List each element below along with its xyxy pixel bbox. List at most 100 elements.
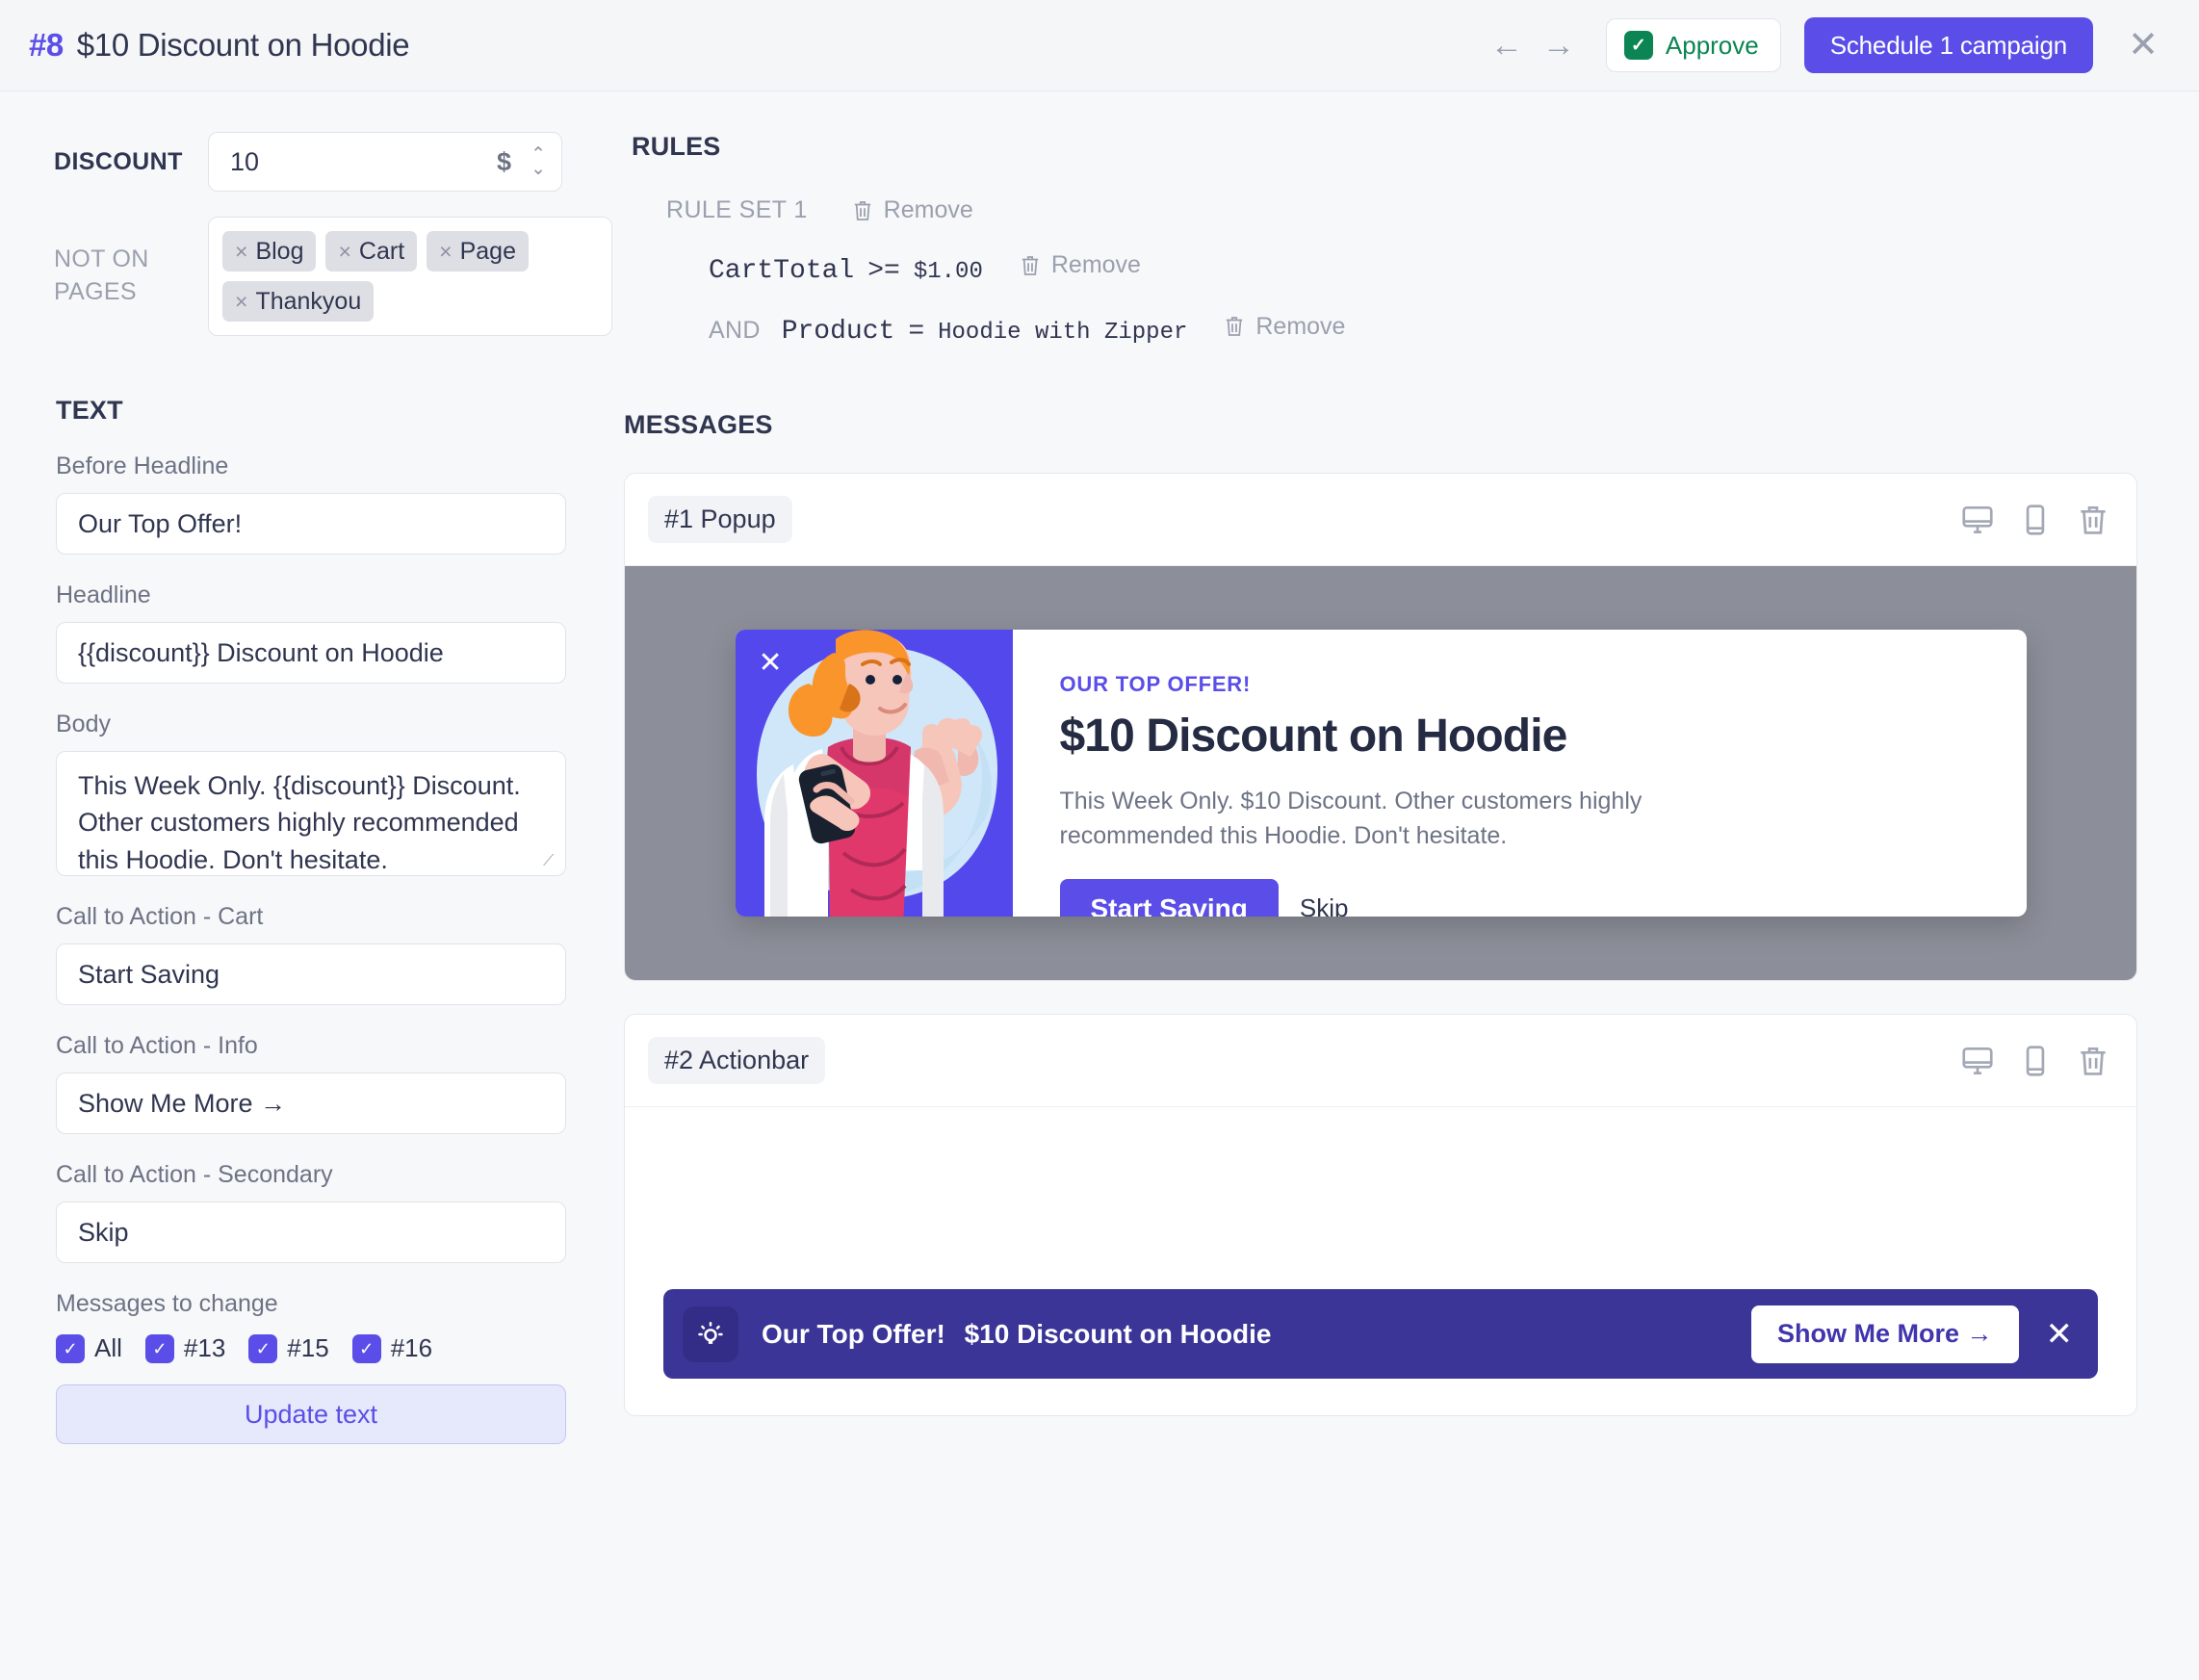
field-label: Call to Action - Secondary (56, 1161, 333, 1188)
page-tag[interactable]: × Thankyou (222, 281, 375, 322)
checkbox-icon[interactable]: ✓ (56, 1333, 85, 1363)
resize-grip-icon[interactable]: ⟋ (543, 854, 560, 871)
rule-conditions-list: CartTotal >= $1.00 Remove AND Product = Hoodie … (632, 251, 2137, 347)
messages-to-change-label: Messages to change (56, 1290, 278, 1317)
popup-body: This Week Only. $10 Discount. Other cust… (1059, 788, 1643, 850)
close-icon[interactable]: ✕ (2120, 22, 2166, 68)
page-tag[interactable]: × Page (427, 231, 529, 271)
not-on-pages-row: NOT ON PAGES × Blog × Cart × Page × Thankyou (0, 217, 624, 336)
popup-primary-cta-button[interactable]: Start Saving (1059, 878, 1279, 917)
page-tag-label: Cart (358, 237, 405, 265)
schedule-campaign-button[interactable]: Schedule 1 campaign (1803, 17, 2093, 73)
popup-close-icon[interactable]: ✕ (759, 649, 783, 678)
actionbar-close-icon[interactable]: ✕ (2046, 1318, 2074, 1351)
rule-field[interactable]: CartTotal (709, 256, 854, 286)
popup-secondary-cta-link[interactable]: Skip (1300, 893, 1349, 917)
messages-title: MESSAGES (624, 410, 773, 439)
rule-condition: CartTotal >= $1.00 Remove (632, 251, 2137, 286)
popup-preview-stage: ✕ OUR TOP OFFER! $10 Discount on Hoodie … (625, 566, 2136, 980)
text-field-group: Headline {{discount}} Discount on Hoodie (56, 582, 568, 684)
mobile-icon[interactable] (2017, 1043, 2054, 1079)
rule-condition: AND Product = Hoodie with Zipper Remove (632, 313, 2137, 348)
rule-value[interactable]: $1.00 (914, 259, 983, 285)
popup-illustration: ✕ (735, 630, 1013, 917)
remove-tag-icon[interactable]: × (235, 289, 247, 315)
field-label: Headline (56, 582, 151, 608)
rule-conjunction: AND (709, 317, 761, 344)
message-chip: #2 Actionbar (648, 1037, 826, 1084)
approve-label: Approve (1665, 30, 1759, 60)
delete-message-icon[interactable] (2075, 1043, 2111, 1079)
rule-operator[interactable]: = (908, 317, 924, 347)
page-tag[interactable]: × Blog (222, 231, 317, 271)
body-textarea[interactable]: This Week Only. {{discount}} Discount. O… (56, 751, 566, 876)
number-stepper[interactable]: ⌃ ⌄ (530, 145, 546, 178)
checkbox-icon[interactable]: ✓ (351, 1333, 381, 1363)
message-checkbox[interactable]: ✓ #13 (144, 1333, 225, 1363)
message-chip: #1 Popup (648, 496, 792, 543)
remove-condition-button[interactable]: Remove (1224, 313, 1345, 341)
rules-title: RULES (632, 132, 721, 161)
currency-symbol: $ (497, 146, 512, 176)
message-checkbox[interactable]: ✓ #15 (248, 1333, 329, 1363)
popup-pre-headline: OUR TOP OFFER! (1059, 672, 1252, 696)
text-field-group: Call to Action - Cart Start Saving (56, 903, 568, 1005)
checkbox-icon[interactable]: ✓ (248, 1333, 278, 1363)
message-card-popup: #1 Popup ✕ OUR TOP OFFER! $10 Discount o… (624, 473, 2137, 981)
remove-rule-set-label: Remove (883, 196, 973, 223)
delete-message-icon[interactable] (2075, 502, 2111, 538)
rule-value[interactable]: Hoodie with Zipper (938, 320, 1187, 346)
trash-icon (1227, 317, 1243, 336)
remove-condition-label: Remove (1050, 251, 1141, 278)
desktop-icon[interactable] (1959, 1043, 1996, 1079)
discount-input[interactable]: 10 $ ⌃ ⌄ (208, 132, 562, 192)
text-input[interactable]: {{discount}} Discount on Hoodie (56, 622, 566, 684)
text-input[interactable]: Our Top Offer! (56, 493, 566, 555)
remove-tag-icon[interactable]: × (235, 239, 247, 265)
trash-icon (854, 200, 870, 220)
popup-content: OUR TOP OFFER! $10 Discount on Hoodie Th… (1013, 630, 1753, 917)
field-label: Call to Action - Cart (56, 903, 264, 930)
actionbar-preview-stage: Our Top Offer! $10 Discount on Hoodie Sh… (625, 1107, 2136, 1415)
rule-operator[interactable]: >= (867, 256, 900, 286)
remove-rule-set-button[interactable]: Remove (852, 196, 973, 224)
campaign-id: #8 (29, 27, 64, 63)
page-tag-label: Page (459, 237, 516, 265)
text-section: TEXT Before Headline Our Top Offer! Headli… (0, 396, 624, 1444)
stepper-down-icon[interactable]: ⌄ (530, 159, 546, 178)
discount-row: DISCOUNT 10 $ ⌃ ⌄ (0, 132, 624, 192)
checkbox-label: #15 (287, 1333, 329, 1362)
text-input[interactable]: Start Saving (56, 943, 566, 1005)
update-text-button[interactable]: Update text (56, 1384, 566, 1444)
settings-sidebar: DISCOUNT 10 $ ⌃ ⌄ NOT ON PAGES × Blog × Car… (0, 91, 624, 1680)
message-checkbox[interactable]: ✓ #16 (351, 1333, 432, 1363)
mobile-icon[interactable] (2017, 502, 2054, 538)
rule-set-header: RULE SET 1 Remove (632, 196, 2137, 224)
rule-set-label: RULE SET 1 (666, 196, 808, 223)
desktop-icon[interactable] (1959, 502, 1996, 538)
next-arrow-icon[interactable]: → (1533, 19, 1585, 71)
remove-condition-button[interactable]: Remove (1020, 251, 1141, 279)
actionbar-text: Our Top Offer! $10 Discount on Hoodie (762, 1319, 1272, 1350)
checkbox-icon[interactable]: ✓ (144, 1333, 174, 1363)
remove-tag-icon[interactable]: × (439, 239, 452, 265)
checkbox-label: All (94, 1333, 122, 1362)
remove-tag-icon[interactable]: × (338, 239, 350, 265)
message-checkbox[interactable]: ✓ All (56, 1333, 122, 1363)
actionbar-cta-button[interactable]: Show Me More → (1750, 1305, 2019, 1363)
check-icon: ✓ (1623, 31, 1653, 60)
not-on-pages-tag-input[interactable]: × Blog × Cart × Page × Thankyou (208, 217, 612, 336)
approve-button[interactable]: ✓ Approve (1605, 18, 1781, 72)
page-tag[interactable]: × Cart (325, 231, 418, 271)
discount-value: 10 (230, 146, 260, 176)
popup-headline: $10 Discount on Hoodie (1059, 711, 1568, 762)
text-input[interactable]: Show Me More → (56, 1073, 566, 1134)
text-input[interactable]: Skip (56, 1202, 566, 1263)
rule-field[interactable]: Product (782, 317, 895, 347)
previous-arrow-icon[interactable]: ← (1481, 19, 1533, 71)
field-label: Call to Action - Info (56, 1032, 258, 1059)
main-body: DISCOUNT 10 $ ⌃ ⌄ NOT ON PAGES × Blog × Car… (0, 91, 2199, 1680)
field-label: Before Headline (56, 452, 229, 479)
text-field-group: Body This Week Only. {{discount}} Discoun… (56, 711, 568, 876)
messages-to-change-checkboxes: ✓ All ✓ #13 ✓ #15 ✓ #16 (56, 1333, 568, 1363)
